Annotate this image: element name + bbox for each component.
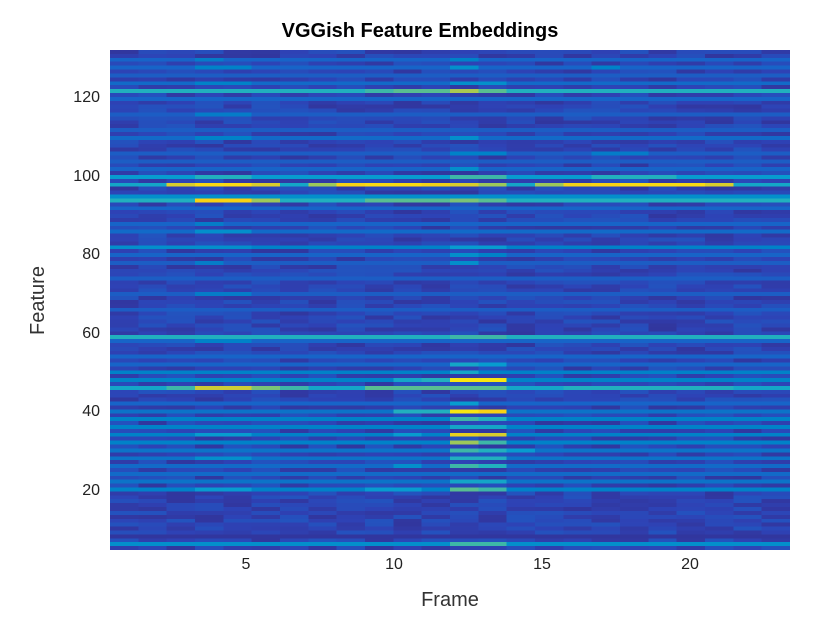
chart-title: VGGish Feature Embeddings: [0, 20, 840, 43]
x-tick: 15: [533, 556, 551, 574]
y-tick: 120: [54, 89, 100, 107]
x-tick: 20: [681, 556, 699, 574]
x-axis-label: Frame: [110, 589, 790, 612]
heatmap-axes: [110, 50, 790, 550]
y-tick: 100: [54, 168, 100, 186]
y-tick: 20: [54, 482, 100, 500]
figure: VGGish Feature Embeddings Frame Feature …: [0, 0, 840, 630]
y-tick: 60: [54, 325, 100, 343]
x-tick: 10: [385, 556, 403, 574]
y-axis-label: Feature: [26, 50, 50, 550]
y-tick: 80: [54, 246, 100, 264]
y-axis-label-text: Feature: [27, 266, 50, 335]
y-tick: 40: [54, 403, 100, 421]
heatmap-image: [110, 50, 790, 550]
x-tick: 5: [242, 556, 251, 574]
